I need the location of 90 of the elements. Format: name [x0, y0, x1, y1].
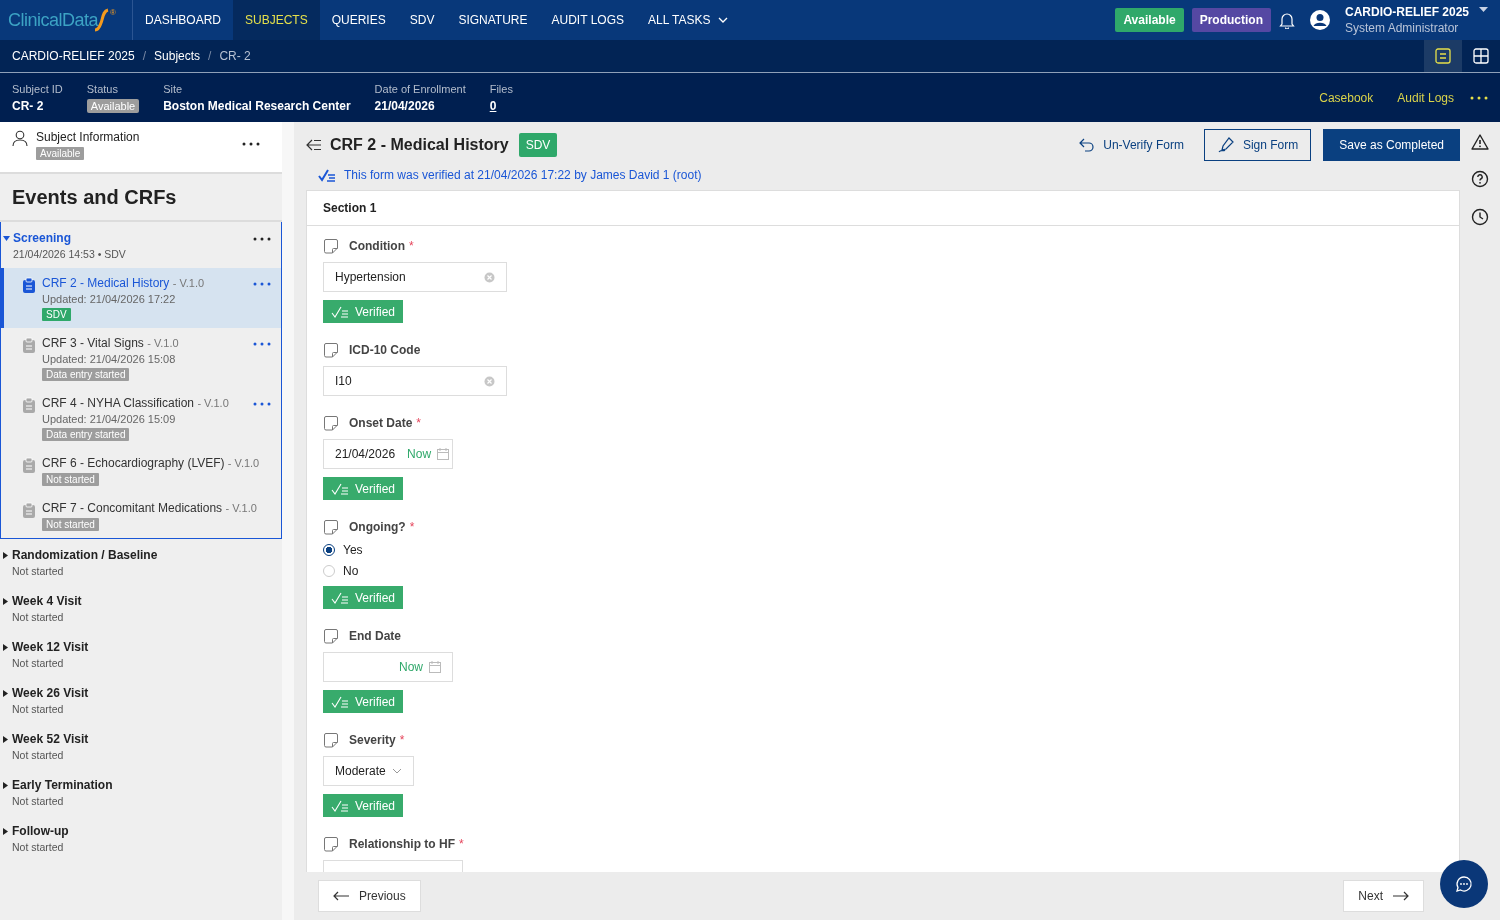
- field-label: End Date: [349, 629, 401, 643]
- status-badge: Available: [86, 98, 140, 113]
- next-button[interactable]: Next: [1343, 880, 1424, 912]
- section-title: Subject Information: [36, 130, 140, 144]
- field-label: ICD-10 Code: [349, 343, 421, 357]
- event-item[interactable]: Screening: [3, 231, 126, 245]
- nav-tab[interactable]: SIGNATURE: [446, 0, 540, 40]
- files-link[interactable]: 0: [489, 98, 497, 113]
- nav-tab[interactable]: SDV: [397, 0, 447, 40]
- event-subtitle: Not started: [11, 611, 65, 623]
- required-mark: *: [399, 733, 405, 747]
- field-value: Boston Medical Research Center: [163, 98, 351, 113]
- breadcrumb-separator: /: [208, 49, 212, 63]
- updated-text: Updated: 21/04/2026 15:08: [42, 353, 177, 365]
- user-name: CARDIO-RELIEF 2025: [1344, 4, 1469, 20]
- nav-tab[interactable]: SUBJECTS: [233, 0, 320, 40]
- field-value: CR- 2: [12, 98, 44, 113]
- crf-title: CRF 2 - Medical History - V.1.0: [42, 276, 205, 290]
- environment-badge: Available: [1115, 8, 1184, 32]
- user-role: System Administrator: [1344, 20, 1460, 36]
- header-link[interactable]: Casebook: [1319, 90, 1374, 105]
- nav-tab[interactable]: ALL TASKS: [636, 0, 741, 40]
- status-badge: Data entry started: [42, 428, 130, 441]
- crf-item[interactable]: CRF 4 - NYHA Classification - V.1.0 Updated: 21/04/2026 15:09 Data entry started: [0, 388, 281, 448]
- sign-button[interactable]: Sign Form: [1203, 129, 1312, 161]
- event-subtitle: Not started: [11, 841, 65, 853]
- sdv-badge: SDV: [518, 133, 558, 157]
- radio-label[interactable]: No: [343, 564, 359, 578]
- required-mark: *: [409, 520, 415, 534]
- field-value: 21/04/2026: [374, 98, 435, 113]
- field-label: Site: [163, 82, 183, 95]
- status-badge: Available: [36, 147, 85, 160]
- event-subtitle: Not started: [11, 703, 65, 715]
- header-link[interactable]: Audit Logs: [1397, 90, 1454, 105]
- unverify-button[interactable]: Un-Verify Form: [1067, 129, 1196, 161]
- field-label: Date of Enrollment: [374, 82, 466, 95]
- crf-title: CRF 3 - Vital Signs - V.1.0: [42, 336, 179, 350]
- field-label: Files: [489, 82, 513, 95]
- event-subtitle: Not started: [11, 565, 65, 577]
- nav-tab[interactable]: QUERIES: [319, 0, 398, 40]
- event-item[interactable]: Week 4 Visit: [2, 594, 82, 608]
- field-label: Status: [86, 82, 118, 95]
- breadcrumb-link[interactable]: Subjects: [154, 49, 201, 63]
- event-subtitle: 21/04/2026 14:53 • SDV: [12, 248, 126, 260]
- crf-title: CRF 7 - Concomitant Medications - V.1.0: [42, 501, 257, 515]
- required-mark: *: [416, 416, 422, 430]
- event-item[interactable]: Randomization / Baseline: [2, 548, 158, 562]
- select-field[interactable]: Moderate: [323, 756, 414, 786]
- previous-button[interactable]: Previous: [318, 880, 421, 912]
- status-badge: Not started: [42, 518, 99, 531]
- updated-text: Updated: 21/04/2026 15:09: [42, 413, 177, 425]
- status-badge: Not started: [42, 473, 99, 486]
- field-label: Relationship to HF: [349, 837, 455, 851]
- status-badge: SDV: [42, 308, 71, 321]
- section-title: Section 1: [307, 191, 1459, 226]
- field-label: Severity: [349, 733, 396, 747]
- crf-item[interactable]: CRF 7 - Concomitant Medications - V.1.0 Not started: [0, 493, 281, 538]
- event-item[interactable]: Week 52 Visit: [2, 732, 89, 746]
- event-subtitle: Not started: [11, 749, 65, 761]
- required-mark: *: [409, 239, 414, 253]
- verification-note: This form was verified at 21/04/2026 17:22 by James David 1 (root): [344, 168, 702, 182]
- sidebar-heading: Events and CRFs: [0, 172, 282, 222]
- nav-tab[interactable]: DASHBOARD: [133, 0, 233, 40]
- crf-title: CRF 6 - Echocardiography (LVEF) - V.1.0: [42, 456, 260, 470]
- text-field[interactable]: I10: [323, 366, 507, 396]
- crf-title: CRF 4 - NYHA Classification - V.1.0: [42, 396, 229, 410]
- text-field[interactable]: Hypertension: [323, 262, 507, 292]
- field-label: Onset Date: [349, 416, 413, 430]
- save-button[interactable]: Save as Completed: [1323, 129, 1460, 161]
- radio-label[interactable]: Yes: [343, 543, 363, 557]
- event-item[interactable]: Follow-up: [2, 824, 69, 838]
- required-mark: *: [459, 837, 464, 851]
- status-badge: Data entry started: [42, 368, 130, 381]
- event-item[interactable]: Week 26 Visit: [2, 686, 89, 700]
- event-item[interactable]: Week 12 Visit: [2, 640, 89, 654]
- event-subtitle: Not started: [11, 657, 65, 669]
- updated-text: Updated: 21/04/2026 17:22: [42, 293, 177, 305]
- breadcrumb-link[interactable]: CARDIO-RELIEF 2025: [12, 49, 135, 63]
- field-label: Ongoing?: [349, 520, 406, 534]
- crf-item[interactable]: CRF 2 - Medical History - V.1.0 Updated: 21/04/2026 17:22 SDV: [0, 268, 281, 328]
- crf-item[interactable]: CRF 6 - Echocardiography (LVEF) - V.1.0 Not started: [0, 448, 281, 493]
- breadcrumb-separator: /: [142, 49, 147, 63]
- field-label: Condition: [349, 239, 405, 253]
- crf-item[interactable]: CRF 3 - Vital Signs - V.1.0 Updated: 21/04/2026 15:08 Data entry started: [0, 328, 281, 388]
- event-item[interactable]: Early Termination: [2, 778, 113, 792]
- nav-tab[interactable]: AUDIT LOGS: [539, 0, 636, 40]
- environment-badge: Production: [1191, 8, 1271, 32]
- form-title: CRF 2 - Medical History: [330, 136, 509, 154]
- event-subtitle: Not started: [11, 795, 65, 807]
- field-label: Subject ID: [12, 82, 63, 95]
